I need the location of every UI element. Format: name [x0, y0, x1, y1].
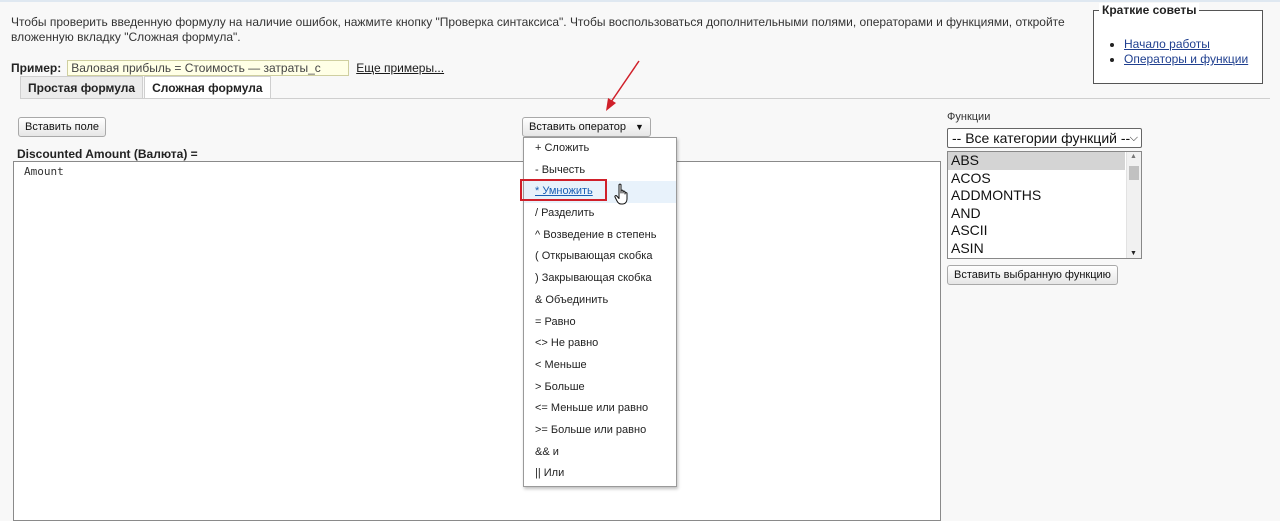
function-item-asin[interactable]: ASIN [948, 240, 1125, 258]
example-label: Пример: [11, 61, 62, 75]
menu-item-close-paren[interactable]: ) Закрывающая скобка [524, 268, 676, 290]
example-formula-field: Валовая прибыль = Стоимость — затраты_с [67, 60, 350, 76]
menu-item-or[interactable]: || Или [524, 463, 676, 485]
function-item-acos[interactable]: ACOS [948, 170, 1125, 188]
menu-item-exponent[interactable]: ^ Возведение в степень [524, 225, 676, 247]
menu-item-less-than[interactable]: < Меньше [524, 355, 676, 377]
functions-label: Функции [947, 111, 991, 123]
tab-divider [20, 98, 1270, 99]
menu-item-concatenate[interactable]: & Объединить [524, 290, 676, 312]
operators-functions-link[interactable]: Операторы и функции [1124, 52, 1248, 66]
menu-item-add[interactable]: + Сложить [524, 138, 676, 160]
menu-item-equals[interactable]: = Равно [524, 312, 676, 334]
tab-advanced-formula[interactable]: Сложная формула [144, 76, 271, 98]
insert-operator-label: Вставить оператор [529, 121, 627, 133]
insert-selected-function-button[interactable]: Вставить выбранную функцию [947, 265, 1118, 285]
scroll-down-arrow-icon[interactable]: ▼ [1130, 250, 1137, 257]
more-examples-link[interactable]: Еще примеры... [356, 61, 444, 75]
pointer-hand-cursor-icon [614, 183, 628, 205]
tab-simple-formula[interactable]: Простая формула [20, 76, 144, 98]
formula-editor-text: Amount [24, 165, 64, 178]
tips-item: Операторы и функции [1124, 52, 1248, 67]
function-item-abs[interactable]: ABS [948, 152, 1125, 170]
scroll-up-arrow-icon[interactable]: ▲ [1130, 153, 1137, 160]
chevron-down-icon: ⌵ [1129, 132, 1138, 144]
insert-field-button[interactable]: Вставить поле [18, 117, 107, 137]
function-item-and[interactable]: AND [948, 205, 1125, 223]
formula-tabs: Простая формула Сложная формула [20, 76, 271, 98]
getting-started-link[interactable]: Начало работы [1124, 37, 1210, 51]
insert-operator-button[interactable]: Вставить оператор ▼ [522, 117, 651, 137]
function-item-ascii[interactable]: ASCII [948, 222, 1125, 240]
menu-item-less-or-equal[interactable]: <= Меньше или равно [524, 398, 676, 420]
annotation-highlight-box [520, 179, 607, 201]
scrollbar-thumb[interactable] [1129, 166, 1139, 180]
quick-tips-title: Краткие советы [1099, 3, 1200, 17]
function-listbox[interactable]: ABS ACOS ADDMONTHS AND ASCII ASIN ▲ ▼ [947, 151, 1142, 259]
menu-item-divide[interactable]: / Разделить [524, 203, 676, 225]
formula-field-label: Discounted Amount (Валюта) = [17, 147, 198, 161]
tips-item: Начало работы [1124, 37, 1248, 52]
function-item-addmonths[interactable]: ADDMONTHS [948, 187, 1125, 205]
menu-item-greater-or-equal[interactable]: >= Больше или равно [524, 420, 676, 442]
top-border-line [0, 0, 1280, 2]
instructions-text: Чтобы проверить введенную формулу на нал… [11, 15, 1065, 44]
quick-tips-box: Краткие советы Начало работы Операторы и… [1093, 3, 1263, 84]
function-list-scrollbar[interactable]: ▲ ▼ [1126, 152, 1141, 258]
dropdown-caret-icon: ▼ [635, 122, 644, 132]
formula-editor[interactable]: Amount [13, 161, 941, 521]
menu-item-not-equal[interactable]: <> Не равно [524, 333, 676, 355]
quick-tips-list: Начало работы Операторы и функции [1094, 37, 1248, 67]
example-row: Пример: Валовая прибыль = Стоимость — за… [11, 59, 444, 77]
function-category-select[interactable]: -- Все категории функций -- ⌵ [947, 128, 1142, 148]
menu-item-and[interactable]: && и [524, 442, 676, 464]
menu-item-greater-than[interactable]: > Больше [524, 377, 676, 399]
menu-item-open-paren[interactable]: ( Открывающая скобка [524, 246, 676, 268]
red-arrow-annotation-icon [606, 60, 640, 111]
function-category-value: -- Все категории функций -- [952, 130, 1131, 146]
